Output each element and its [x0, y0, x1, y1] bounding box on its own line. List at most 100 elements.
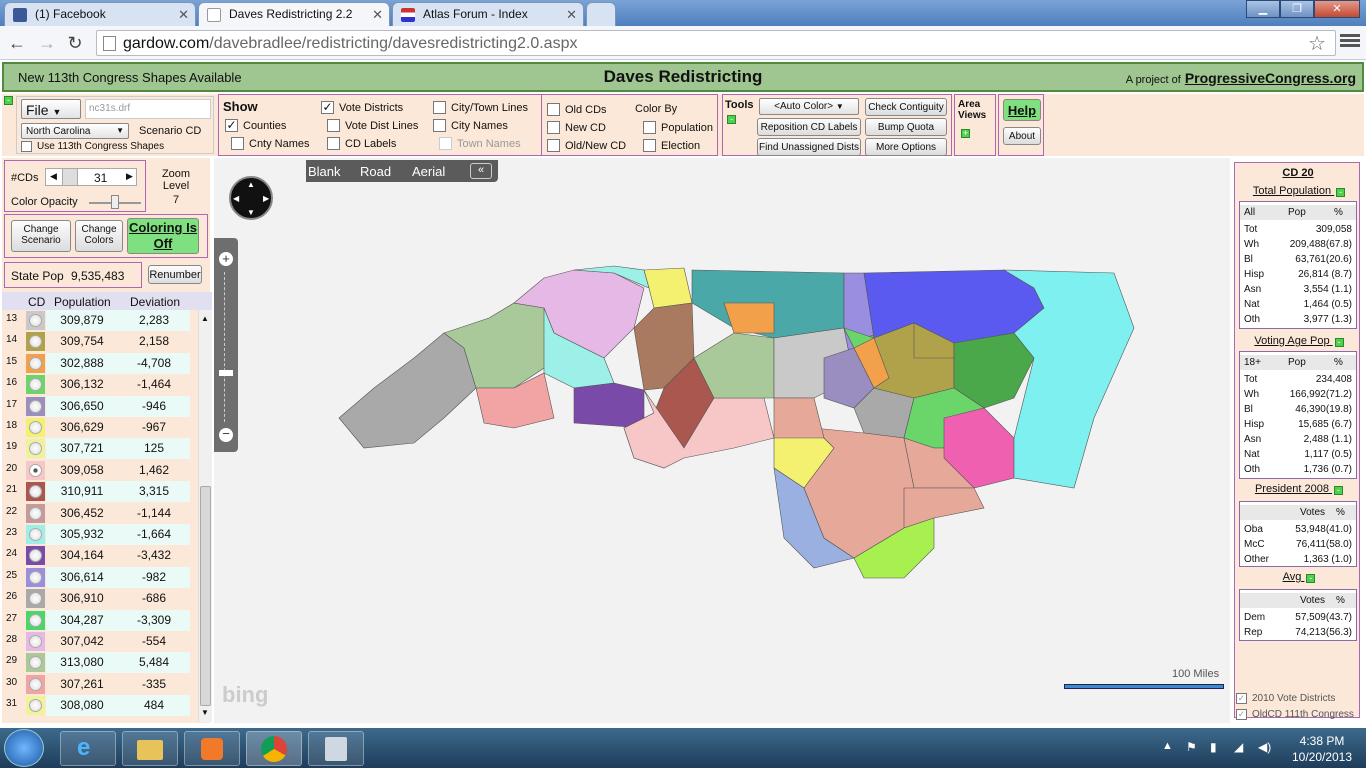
reposition-cd-labels-button[interactable]: Reposition CD Labels [757, 118, 861, 136]
cd-select-radio[interactable] [29, 485, 42, 499]
cd-select-radio[interactable] [29, 442, 42, 456]
table-row[interactable]: 18 306,629 -967 [0, 417, 198, 438]
tab-facebook[interactable]: (1) Facebook ✕ [4, 2, 196, 26]
network-icon[interactable]: ◢ [1234, 740, 1243, 754]
battery-icon[interactable]: ▮ [1210, 740, 1217, 754]
cd-select-radio[interactable] [29, 314, 42, 327]
collapse-icon[interactable]: - [1334, 338, 1344, 347]
file-explorer-icon[interactable] [122, 731, 178, 766]
media-player-icon[interactable] [184, 731, 240, 766]
scrollbar-thumb[interactable] [200, 486, 211, 706]
collapse-icon[interactable]: - [1306, 574, 1316, 583]
pan-up-icon[interactable]: ▲ [247, 180, 255, 189]
table-row[interactable]: 24 304,164 -3,432 [0, 545, 198, 567]
old-new-cd-checkbox[interactable] [547, 139, 560, 152]
close-tab-icon[interactable]: ✕ [372, 7, 383, 23]
internet-explorer-icon[interactable]: e [60, 731, 116, 766]
volume-icon[interactable]: ◀) [1258, 740, 1271, 754]
pan-down-icon[interactable]: ▼ [247, 208, 255, 217]
zoom-thumb[interactable] [219, 370, 233, 376]
close-window-icon[interactable]: ✕ [1314, 0, 1360, 18]
pan-left-icon[interactable]: ◀ [233, 194, 239, 203]
collapse-map-bar-icon[interactable]: « [470, 163, 492, 179]
cd-select-radio[interactable] [29, 592, 42, 606]
population-checkbox[interactable] [643, 121, 656, 134]
bump-quota-button[interactable]: Bump Quota [865, 118, 947, 136]
old-cds-checkbox[interactable] [547, 103, 560, 116]
table-row[interactable]: 20 309,058 1,462 [0, 459, 198, 481]
zoom-in-icon[interactable]: + [219, 252, 233, 266]
table-row[interactable]: 31 308,080 484 [0, 695, 198, 717]
collapse-icon[interactable]: - [727, 115, 736, 124]
help-button[interactable]: Help [1003, 99, 1041, 121]
change-scenario-button[interactable]: Change Scenario [11, 220, 71, 252]
decrement-icon[interactable]: ◀ [50, 171, 57, 182]
zoom-track[interactable] [224, 272, 228, 422]
coloring-toggle-button[interactable]: Coloring Is Off [127, 218, 199, 254]
cd-select-radio[interactable] [29, 378, 42, 392]
table-row[interactable]: 28 307,042 -554 [0, 631, 198, 652]
table-row[interactable]: 14 309,754 2,158 [0, 331, 198, 353]
windows-start-icon[interactable] [4, 729, 44, 767]
counties-checkbox[interactable]: ✓ [225, 119, 238, 132]
map-blank-button[interactable]: Blank [308, 164, 341, 179]
calculator-icon[interactable] [308, 731, 364, 766]
renumber-button[interactable]: Renumber [148, 265, 202, 284]
table-row[interactable]: 26 306,910 -686 [0, 588, 198, 610]
tray-flag-icon[interactable]: ⚑ [1186, 740, 1197, 754]
city-names-checkbox[interactable] [433, 119, 446, 132]
back-icon[interactable]: ← [6, 32, 28, 54]
opacity-slider-thumb[interactable] [111, 195, 119, 209]
expand-icon[interactable]: + [961, 129, 970, 138]
system-clock[interactable]: 4:38 PM 10/20/2013 [1282, 733, 1362, 765]
close-tab-icon[interactable]: ✕ [566, 7, 577, 23]
map-canvas[interactable] [214, 158, 1230, 723]
table-row[interactable]: 19 307,721 125 [0, 438, 198, 460]
collapse-icon[interactable]: - [1334, 486, 1344, 495]
cd-select-radio[interactable] [29, 463, 42, 477]
close-tab-icon[interactable]: ✕ [178, 7, 189, 23]
city-town-lines-checkbox[interactable] [433, 101, 446, 114]
town-names-checkbox[interactable] [439, 137, 452, 150]
cd-select-radio[interactable] [29, 421, 42, 434]
cd-select-radio[interactable] [29, 399, 42, 413]
tab-daves-redistricting[interactable]: Daves Redistricting 2.2 ✕ [198, 2, 390, 27]
about-button[interactable]: About [1003, 127, 1041, 145]
maximize-icon[interactable]: ❐ [1280, 0, 1314, 18]
new-tab-button[interactable] [586, 2, 616, 26]
file-menu[interactable]: File ▼ [21, 99, 81, 119]
vote-districts-2010-checkbox[interactable]: ✓ [1236, 693, 1247, 704]
tray-arrow-icon[interactable]: ▲ [1162, 740, 1173, 752]
collapse-icon[interactable]: - [1336, 188, 1346, 197]
table-row[interactable]: 16 306,132 -1,464 [0, 374, 198, 396]
cd-select-radio[interactable] [29, 335, 42, 349]
collapse-icon[interactable]: - [4, 96, 13, 105]
map-road-button[interactable]: Road [360, 164, 391, 179]
cd-select-radio[interactable] [29, 677, 42, 691]
minimize-icon[interactable]: ▁ [1246, 0, 1280, 18]
cd-select-radio[interactable] [29, 656, 42, 670]
table-row[interactable]: 21 310,911 3,315 [0, 481, 198, 503]
table-row[interactable]: 22 306,452 -1,144 [0, 502, 198, 524]
table-row[interactable]: 30 307,261 -335 [0, 673, 198, 695]
progressive-congress-link[interactable]: ProgressiveCongress.org [1185, 70, 1356, 86]
new-cd-checkbox[interactable] [547, 121, 560, 134]
zoom-out-icon[interactable]: − [219, 427, 233, 442]
increment-icon[interactable]: ▶ [126, 171, 133, 182]
bookmark-star-icon[interactable]: ☆ [1308, 31, 1326, 56]
use-113-checkbox[interactable] [21, 141, 32, 152]
more-options-button[interactable]: More Options [865, 138, 947, 156]
cd-select-radio[interactable] [29, 613, 42, 627]
table-row[interactable]: 13 309,879 2,283 [0, 310, 198, 331]
vote-dist-lines-checkbox[interactable] [327, 119, 340, 132]
cd-select-radio[interactable] [29, 528, 42, 541]
table-scrollbar[interactable]: ▲ ▼ [198, 310, 212, 722]
cd-select-radio[interactable] [29, 549, 42, 563]
cds-stepper[interactable]: ◀ 31 ▶ [45, 168, 137, 186]
cd-select-radio[interactable] [29, 635, 42, 648]
scroll-up-icon[interactable]: ▲ [201, 314, 209, 323]
table-row[interactable]: 23 305,932 -1,664 [0, 524, 198, 545]
cd-select-radio[interactable] [29, 356, 42, 370]
check-contiguity-button[interactable]: Check Contiguity [865, 98, 947, 116]
cd-labels-checkbox[interactable] [327, 137, 340, 150]
